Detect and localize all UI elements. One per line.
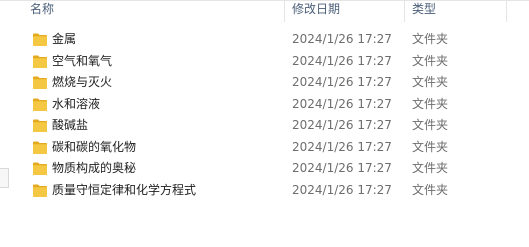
file-type: 文件夹: [412, 53, 449, 68]
list-item[interactable]: 酸碱盐 2024/1/26 17:27 文件夹: [22, 115, 529, 137]
folder-icon: [32, 75, 48, 90]
folder-icon: [32, 54, 48, 69]
column-divider[interactable]: [506, 0, 507, 22]
file-date-modified: 2024/1/26 17:27: [292, 75, 392, 89]
file-explorer-window: 名称 修改日期 类型 金属 2024/1/26 17:27 文件夹 空气和氧气 2024…: [0, 0, 529, 247]
column-header-row: 名称 修改日期 类型: [22, 0, 529, 22]
file-type: 文件夹: [412, 75, 449, 89]
list-item[interactable]: 物质构成的奥秘 2024/1/26 17:27 文件夹: [22, 158, 529, 180]
list-item[interactable]: 空气和氧气 2024/1/26 17:27 文件夹: [22, 51, 529, 73]
folder-icon: [32, 140, 48, 155]
file-type: 文件夹: [412, 182, 449, 197]
column-header-type[interactable]: 类型: [406, 0, 506, 22]
column-divider[interactable]: [284, 0, 285, 22]
file-type: 文件夹: [412, 161, 449, 175]
file-date-modified: 2024/1/26 17:27: [292, 53, 392, 68]
column-header-date-modified[interactable]: 修改日期: [286, 0, 402, 22]
folder-icon: [32, 118, 48, 133]
file-date-modified: 2024/1/26 17:27: [292, 32, 392, 46]
file-name: 水和溶液: [52, 96, 101, 111]
file-date-modified: 2024/1/26 17:27: [292, 96, 392, 111]
list-item[interactable]: 碳和碳的氧化物 2024/1/26 17:27 文件夹: [22, 137, 529, 159]
file-name: 质量守恒定律和化学方程式: [52, 182, 197, 197]
folder-icon: [32, 183, 48, 198]
file-date-modified: 2024/1/26 17:27: [292, 139, 392, 154]
column-divider[interactable]: [404, 0, 405, 22]
file-type: 文件夹: [412, 139, 449, 154]
file-date-modified: 2024/1/26 17:27: [292, 182, 392, 197]
file-type: 文件夹: [412, 118, 449, 132]
file-date-modified: 2024/1/26 17:27: [292, 118, 392, 132]
file-type: 文件夹: [412, 32, 449, 46]
folder-icon: [32, 97, 48, 112]
column-header-name[interactable]: 名称: [24, 0, 282, 22]
file-type: 文件夹: [412, 96, 449, 111]
pane-resize-handle[interactable]: [0, 168, 9, 188]
file-name: 物质构成的奥秘: [52, 161, 137, 175]
list-item[interactable]: 燃烧与灭火 2024/1/26 17:27 文件夹: [22, 72, 529, 94]
file-name: 碳和碳的氧化物: [52, 139, 137, 154]
list-item[interactable]: 质量守恒定律和化学方程式 2024/1/26 17:27 文件夹: [22, 180, 529, 202]
folder-icon: [32, 161, 48, 176]
list-item[interactable]: 水和溶液 2024/1/26 17:27 文件夹: [22, 94, 529, 116]
file-name: 空气和氧气: [52, 53, 113, 68]
file-name: 燃烧与灭火: [52, 75, 113, 89]
list-item[interactable]: 金属 2024/1/26 17:27 文件夹: [22, 29, 529, 51]
file-name: 酸碱盐: [52, 118, 89, 132]
file-name: 金属: [52, 32, 77, 46]
file-list: 金属 2024/1/26 17:27 文件夹 空气和氧气 2024/1/26 17:27…: [22, 29, 529, 201]
folder-icon: [32, 32, 48, 47]
file-date-modified: 2024/1/26 17:27: [292, 161, 392, 175]
